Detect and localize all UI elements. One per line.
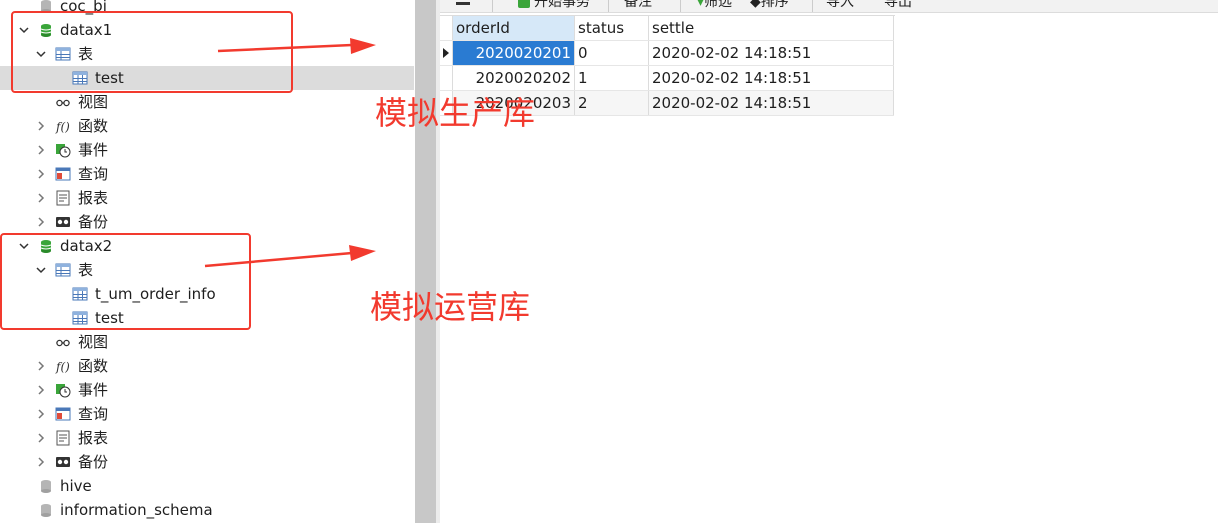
import-button[interactable]: 导入 bbox=[826, 0, 854, 11]
glasses-icon bbox=[56, 339, 70, 347]
table-cell[interactable]: 2020-02-02 14:18:51 bbox=[648, 90, 894, 116]
row-header bbox=[440, 65, 453, 91]
tree-item-events[interactable]: 事件 bbox=[0, 378, 414, 402]
column-header-settle[interactable]: settle bbox=[648, 16, 894, 41]
chevron-right-icon[interactable] bbox=[34, 162, 48, 186]
tree-item-label: information_schema bbox=[60, 501, 213, 519]
tree-item-queries[interactable]: 查询 bbox=[0, 162, 414, 186]
chevron-right-icon[interactable] bbox=[34, 354, 48, 378]
tree-item-backups[interactable]: 备份 bbox=[0, 210, 414, 234]
annotation-label-operations: 模拟运营库 bbox=[370, 288, 531, 326]
tree-item-events[interactable]: 事件 bbox=[0, 138, 414, 162]
table-cell[interactable]: 2020020201 bbox=[452, 40, 575, 66]
annotation-box-operations bbox=[0, 233, 251, 330]
chevron-right-icon[interactable] bbox=[34, 450, 48, 474]
event-clock-icon bbox=[56, 384, 71, 398]
tree-item-label: 备份 bbox=[78, 453, 109, 471]
tree-item-label: 查询 bbox=[78, 405, 109, 423]
tree-item-views[interactable]: 视图 bbox=[0, 90, 414, 114]
tree-item-views[interactable]: 视图 bbox=[0, 330, 414, 354]
tree-item-label: 函数 bbox=[78, 357, 109, 375]
sort-button[interactable]: ◆排序 bbox=[750, 0, 789, 11]
begin-transaction-button[interactable]: 开始事务 bbox=[518, 0, 590, 11]
annotation-label-production: 模拟生产库 bbox=[375, 94, 536, 132]
tree-item-label: 查询 bbox=[78, 165, 109, 183]
table-cell[interactable]: 0 bbox=[574, 40, 649, 66]
toolbar-separator bbox=[608, 0, 609, 12]
tree-item-backups[interactable]: 备份 bbox=[0, 450, 414, 474]
filter-button[interactable]: ▾筛选 bbox=[697, 0, 732, 11]
row-header-corner bbox=[440, 16, 453, 41]
toolbar: 开始事务 备注 ▾筛选 ◆排序 导入 导出 bbox=[440, 0, 1218, 13]
chevron-right-icon[interactable] bbox=[34, 426, 48, 450]
export-button[interactable]: 导出 bbox=[884, 0, 912, 11]
tree-item-hive[interactable]: hive bbox=[0, 474, 414, 498]
query-icon bbox=[55, 167, 71, 181]
function-icon: f() bbox=[55, 360, 70, 374]
menu-icon[interactable] bbox=[456, 2, 470, 5]
chevron-right-icon[interactable] bbox=[34, 186, 48, 210]
tree-item-reports[interactable]: 报表 bbox=[0, 186, 414, 210]
svg-text:f(): f() bbox=[55, 360, 70, 374]
transaction-icon bbox=[518, 0, 530, 8]
table-header-row: orderId status settle bbox=[440, 16, 894, 41]
tree-item-information-schema[interactable]: information_schema bbox=[0, 498, 414, 522]
tree-item-label: hive bbox=[60, 477, 92, 495]
database-icon bbox=[41, 504, 51, 517]
filter-icon: ▾ bbox=[697, 0, 705, 10]
chevron-right-icon[interactable] bbox=[34, 210, 48, 234]
chevron-right-icon[interactable] bbox=[34, 378, 48, 402]
tree-item-label: 事件 bbox=[78, 141, 109, 159]
table-cell[interactable]: 1 bbox=[574, 65, 649, 91]
sort-icon: ◆ bbox=[750, 0, 761, 10]
toolbar-separator bbox=[812, 0, 813, 12]
svg-text:f(): f() bbox=[55, 120, 70, 134]
table-cell[interactable]: 2020020202 bbox=[452, 65, 575, 91]
report-icon bbox=[56, 190, 70, 206]
panel-splitter[interactable] bbox=[415, 0, 436, 523]
report-icon bbox=[56, 430, 70, 446]
database-icon bbox=[41, 480, 51, 493]
backup-icon bbox=[56, 457, 70, 467]
chevron-right-icon[interactable] bbox=[34, 138, 48, 162]
tree-item-label: 视图 bbox=[78, 333, 109, 351]
chevron-right-icon[interactable] bbox=[34, 114, 48, 138]
tree-item-label: 视图 bbox=[78, 93, 109, 111]
tree-item-label: 事件 bbox=[78, 381, 109, 399]
table-row[interactable]: 2020020202 1 2020-02-02 14:18:51 bbox=[440, 65, 894, 91]
chevron-right-icon[interactable] bbox=[34, 402, 48, 426]
table-cell[interactable]: 2 bbox=[574, 90, 649, 116]
tree-item-label: 报表 bbox=[78, 189, 109, 207]
column-header-status[interactable]: status bbox=[574, 16, 649, 41]
table-cell[interactable]: 2020-02-02 14:18:51 bbox=[648, 40, 894, 66]
annotation-box-production bbox=[11, 11, 293, 93]
event-clock-icon bbox=[56, 144, 71, 158]
query-icon bbox=[55, 407, 71, 421]
tree-item-queries[interactable]: 查询 bbox=[0, 402, 414, 426]
tree-item-functions[interactable]: f() 函数 bbox=[0, 114, 414, 138]
glasses-icon bbox=[56, 99, 70, 107]
current-row-indicator-icon bbox=[440, 40, 453, 66]
table-cell[interactable]: 2020-02-02 14:18:51 bbox=[648, 65, 894, 91]
toolbar-separator bbox=[680, 0, 681, 12]
tree-item-functions[interactable]: f() 函数 bbox=[0, 354, 414, 378]
toolbar-separator bbox=[492, 0, 493, 12]
column-header-orderid[interactable]: orderId bbox=[452, 16, 575, 41]
tree-item-label: 报表 bbox=[78, 429, 109, 447]
tree-item-label: 备份 bbox=[78, 213, 109, 231]
table-row[interactable]: 2020020201 0 2020-02-02 14:18:51 bbox=[440, 40, 894, 66]
function-icon: f() bbox=[55, 120, 70, 134]
backup-icon bbox=[56, 217, 70, 227]
tree-item-reports[interactable]: 报表 bbox=[0, 426, 414, 450]
memo-button[interactable]: 备注 bbox=[624, 0, 652, 11]
tree-item-label: 函数 bbox=[78, 117, 109, 135]
